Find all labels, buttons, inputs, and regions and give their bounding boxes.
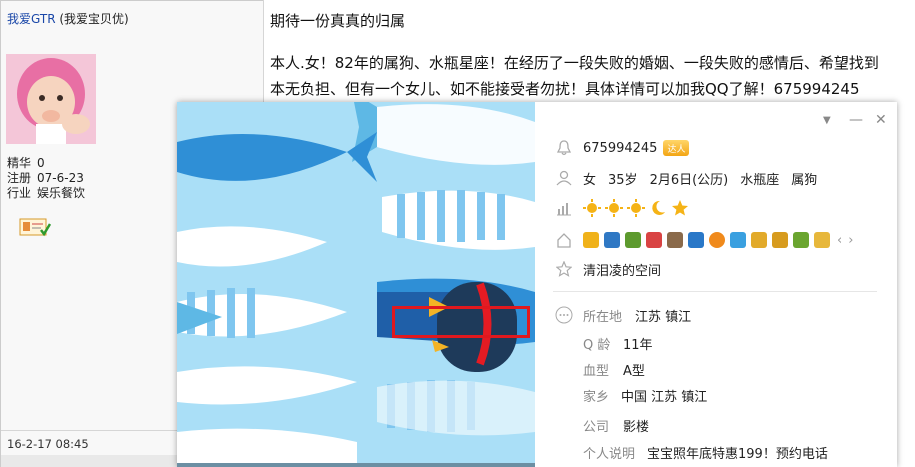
stat-row: 注册 07-6-23 bbox=[7, 171, 84, 185]
sun-level-icon bbox=[605, 199, 623, 217]
star-badge-icon[interactable] bbox=[583, 232, 599, 248]
qzone-row[interactable]: 清泪凌的空间 bbox=[555, 258, 661, 280]
chevron-right-icon[interactable]: › bbox=[848, 233, 853, 248]
book-badge-icon[interactable] bbox=[772, 232, 788, 248]
gift-badge-icon[interactable] bbox=[814, 232, 830, 248]
pet-badge-icon[interactable] bbox=[646, 232, 662, 248]
author-avatar[interactable] bbox=[6, 54, 96, 144]
qq-number[interactable]: 675994245 bbox=[583, 141, 657, 156]
field-value: A型 bbox=[623, 363, 645, 379]
star-outline-icon bbox=[555, 260, 573, 278]
birthday: 2月6日(公历) bbox=[649, 172, 729, 188]
id-card-icon[interactable] bbox=[19, 216, 52, 238]
author-nickname: (我爱宝贝优) bbox=[59, 12, 129, 26]
author-info: 我爱GTR (我爱宝贝优) bbox=[7, 10, 129, 27]
farm-badge-icon[interactable] bbox=[625, 232, 641, 248]
chevron-down-icon[interactable]: ▼ bbox=[823, 115, 831, 126]
camera-badge-icon[interactable] bbox=[604, 232, 620, 248]
house-icon bbox=[555, 231, 573, 249]
music-badge-icon[interactable] bbox=[709, 232, 725, 248]
field-label: 个人说明 bbox=[583, 446, 636, 462]
sun-level-icon bbox=[627, 199, 645, 217]
stat-row: 行业 娱乐餐饮 bbox=[7, 186, 86, 200]
post-title: 期待一份真真的归属 bbox=[270, 12, 406, 30]
vip-badge[interactable]: 达人 bbox=[663, 140, 690, 156]
chevron-left-icon[interactable]: ‹ bbox=[837, 233, 842, 248]
level-chart-icon bbox=[555, 199, 573, 217]
profile-info-panel: ▼ — ✕ 675994245 达人 女 35岁 2月6日(公历) 水瓶座 属狗 bbox=[535, 102, 897, 467]
gender: 女 bbox=[583, 172, 597, 188]
field-value: 中国 江苏 镇江 bbox=[621, 389, 708, 405]
location-row: 所在地 江苏 镇江 bbox=[555, 304, 691, 326]
company-row: 公司 影楼 bbox=[583, 414, 649, 436]
chinese-zodiac: 属狗 bbox=[791, 172, 818, 188]
bell-icon bbox=[555, 139, 573, 157]
post-body-line: 本人.女！82年的属狗、水瓶星座！在经历了一段失败的婚姻、一段失败的感情后、希望… bbox=[270, 54, 879, 72]
field-label: 公司 bbox=[583, 419, 610, 435]
blood-type-row: 血型 A型 bbox=[583, 358, 645, 380]
qq-profile-card: ▼ — ✕ 675994245 达人 女 35岁 2月6日(公历) 水瓶座 属狗 bbox=[177, 102, 897, 467]
qq-number-row: 675994245 达人 bbox=[555, 137, 690, 159]
basic-info-row: 女 35岁 2月6日(公历) 水瓶座 属狗 bbox=[555, 167, 817, 189]
post-date: 16-2-17 08:45 bbox=[7, 437, 89, 451]
hometown-row: 家乡 中国 江苏 镇江 bbox=[583, 384, 707, 406]
penguin-badge-icon[interactable] bbox=[751, 232, 767, 248]
butterfly-badge-icon[interactable] bbox=[730, 232, 746, 248]
person-icon bbox=[555, 169, 573, 187]
zodiac: 水瓶座 bbox=[740, 172, 780, 188]
author-stats: 精华 0 注册 07-6-23 行业 娱乐餐饮 bbox=[7, 156, 85, 201]
moon-level-icon bbox=[652, 200, 665, 215]
minimize-icon[interactable]: — bbox=[849, 112, 863, 128]
description-row: 个人说明 宝宝照年底特惠199！预约电话 bbox=[583, 441, 828, 463]
game-badge-icon[interactable] bbox=[793, 232, 809, 248]
service-badges: ‹ › bbox=[583, 232, 853, 248]
star-level-icon bbox=[672, 200, 688, 216]
qq-age-row: Q 龄 11年 bbox=[583, 332, 653, 354]
field-label: 血型 bbox=[583, 363, 610, 379]
age: 35岁 bbox=[608, 172, 638, 188]
author-name-link[interactable]: 我爱GTR bbox=[7, 12, 56, 26]
field-label: 家乡 bbox=[583, 389, 610, 405]
field-label: 所在地 bbox=[583, 309, 623, 325]
company-highlight-box bbox=[392, 306, 530, 338]
post-body: 本人.女！82年的属狗、水瓶星座！在经历了一段失败的婚姻、一段失败的感情后、希望… bbox=[270, 50, 879, 102]
field-value: 宝宝照年底特惠199！预约电话 bbox=[647, 446, 828, 462]
qzone-link[interactable]: 清泪凌的空间 bbox=[583, 260, 661, 279]
more-icon[interactable] bbox=[555, 306, 573, 324]
close-icon[interactable]: ✕ bbox=[875, 112, 887, 128]
qq-level-row[interactable] bbox=[555, 197, 693, 219]
profile-cover-image bbox=[177, 102, 535, 467]
post-body-line: 本无负担、但有一个女儿、如不能接受者勿扰！具体详情可以加我QQ了解！675994… bbox=[270, 80, 860, 98]
field-value: 11年 bbox=[623, 337, 653, 353]
field-value: 影楼 bbox=[623, 419, 650, 435]
shield-badge-icon[interactable] bbox=[688, 232, 704, 248]
field-label: Q 龄 bbox=[583, 337, 611, 353]
cow-badge-icon[interactable] bbox=[667, 232, 683, 248]
field-value: 江苏 镇江 bbox=[635, 309, 692, 325]
stat-row: 精华 0 bbox=[7, 156, 45, 170]
divider bbox=[553, 291, 877, 292]
service-badges-row: ‹ › bbox=[555, 229, 853, 251]
sun-level-icon bbox=[583, 199, 601, 217]
